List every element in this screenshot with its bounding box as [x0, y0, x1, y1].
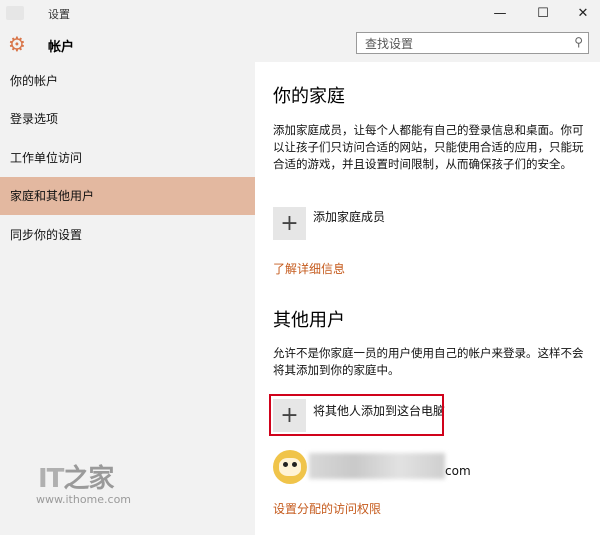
- other-users-description: 允许不是你家庭一员的用户使用自己的帐户来登录。这样不会将其添加到你的家庭中。: [273, 346, 584, 377]
- assigned-access-link[interactable]: 设置分配的访问权限: [273, 500, 381, 517]
- sidebar-item-sync-settings[interactable]: 同步你的设置: [0, 216, 255, 254]
- watermark-url: www.ithome.com: [36, 493, 132, 506]
- watermark-logo: IT之家: [38, 464, 114, 494]
- learn-more-link[interactable]: 了解详细信息: [273, 260, 345, 277]
- page-title: 帐户: [48, 40, 75, 55]
- minimize-button[interactable]: —: [480, 0, 520, 26]
- other-users-heading: 其他用户: [273, 310, 345, 331]
- search-box[interactable]: ⚲: [356, 32, 589, 54]
- app-icon: [6, 6, 24, 20]
- search-icon[interactable]: ⚲: [574, 35, 583, 49]
- main-content: 你的家庭 添加家庭成员，让每个人都能有自己的登录信息和桌面。你可以让孩子们只访问…: [255, 62, 600, 535]
- sidebar-item-family-other-users[interactable]: 家庭和其他用户: [0, 177, 255, 215]
- close-button[interactable]: ✕: [563, 0, 600, 26]
- sidebar-item-work-access[interactable]: 工作单位访问: [0, 139, 255, 177]
- maximize-icon: ☐: [537, 5, 549, 21]
- search-input[interactable]: [357, 34, 565, 54]
- blurred-email: [309, 453, 445, 479]
- email-suffix: com: [445, 464, 471, 478]
- family-heading: 你的家庭: [273, 86, 345, 107]
- sidebar-item-sign-in-options[interactable]: 登录选项: [0, 100, 255, 138]
- avatar[interactable]: [273, 450, 307, 484]
- add-family-member-label[interactable]: 添加家庭成员: [313, 208, 385, 225]
- add-family-member-button[interactable]: +: [273, 207, 306, 240]
- close-icon: ✕: [577, 5, 589, 21]
- family-description: 添加家庭成员，让每个人都能有自己的登录信息和桌面。你可以让孩子们只访问合适的网站…: [273, 123, 584, 171]
- sidebar-item-your-account[interactable]: 你的帐户: [0, 62, 255, 100]
- maximize-button[interactable]: ☐: [523, 0, 563, 26]
- gear-icon: ⚙: [8, 32, 26, 56]
- plus-icon: +: [280, 211, 299, 236]
- title-bar: 设置 — ☐ ✕: [0, 0, 600, 26]
- window-title: 设置: [48, 8, 70, 21]
- highlight-box: [269, 394, 444, 436]
- minimize-icon: —: [493, 5, 507, 21]
